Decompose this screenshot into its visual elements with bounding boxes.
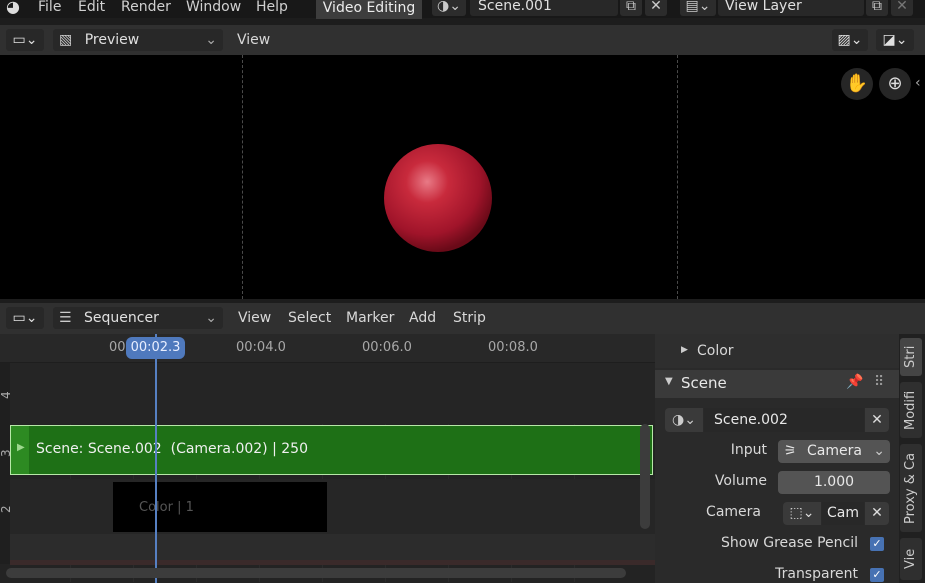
menu-window[interactable]: Window (186, 0, 241, 17)
channel-label: 4 (0, 391, 13, 399)
vertical-scrollbar[interactable] (640, 424, 650, 529)
tab-proxy-cache[interactable]: Proxy & Ca (900, 444, 922, 532)
color-panel-header[interactable]: ▶ Color (655, 334, 899, 368)
strip-handle-arrow-icon: ▶ (17, 442, 25, 453)
scene-icon[interactable]: ◑⌄ (665, 408, 703, 432)
transparent-checkbox[interactable]: ✓ (870, 568, 884, 582)
copy-icon[interactable]: ⧉ (620, 0, 642, 16)
preview-mode-label: Preview (84, 32, 140, 48)
camera-label: Camera (706, 504, 761, 520)
menu-render[interactable]: Render (121, 0, 171, 17)
input-dropdown[interactable]: ⚞ Camera ⌄ (778, 440, 890, 463)
tab-strip[interactable]: Stri (900, 338, 922, 376)
channel-label: 2 (0, 505, 13, 513)
scene-panel-header[interactable]: ▼ Scene 📌 ⠿ (655, 370, 899, 398)
sequencer-editor-dropdown[interactable]: ☰ Sequencer ⌄ (53, 307, 223, 329)
playhead[interactable] (155, 334, 157, 583)
volume-label: Volume (714, 473, 767, 489)
scene-icon[interactable]: ◑⌄ (432, 0, 466, 16)
ruler-tick: 00:06.0 (362, 340, 412, 355)
close-icon[interactable]: ✕ (865, 408, 889, 432)
preview-view-menu[interactable]: View (237, 29, 270, 51)
top-bar: ◕ File Edit Render Window Help Video Edi… (0, 0, 925, 19)
transparent-label: Transparent (775, 566, 858, 582)
chevron-down-icon: ⌄ (873, 443, 885, 459)
menu-edit[interactable]: Edit (78, 0, 105, 17)
scene-strip[interactable]: ▶ Scene: Scene.002 (Camera.002) | 250 (10, 425, 653, 475)
color-strip[interactable]: Color | 1 (113, 482, 327, 532)
gizmo-icon[interactable]: ◪⌄ (876, 29, 914, 51)
chevron-right-icon: ▶ (681, 345, 688, 355)
hand-pan-icon[interactable]: ✋ (841, 68, 873, 100)
close-icon[interactable]: ✕ (865, 502, 889, 525)
color-strip-label: Color | 1 (139, 500, 194, 515)
chevron-down-icon: ⌄ (205, 32, 217, 48)
sequencer-editor-label: Sequencer (84, 310, 159, 326)
scene-panel-title: Scene (681, 374, 727, 392)
copy-icon[interactable]: ⧉ (866, 0, 888, 16)
show-grease-pencil-checkbox[interactable]: ✓ (870, 537, 884, 551)
seq-menu-add[interactable]: Add (409, 307, 436, 329)
input-label: Input (730, 442, 767, 458)
pin-icon[interactable]: 📌 (846, 374, 863, 390)
preview-mode-dropdown[interactable]: ▧ Preview ⌄ (53, 29, 223, 51)
object-icon[interactable]: ⬚⌄ (783, 502, 821, 525)
close-icon[interactable]: ✕ (891, 0, 913, 16)
menu-file[interactable]: File (38, 0, 61, 17)
horizontal-scrollbar[interactable] (6, 568, 626, 578)
seq-menu-select[interactable]: Select (288, 307, 331, 329)
scene-strip-label: Scene: Scene.002 (Camera.002) | 250 (36, 441, 308, 457)
ruler-tick: 00 (109, 340, 126, 355)
ruler-tick: 00:04.0 (236, 340, 286, 355)
zoom-icon[interactable]: ⊕ (879, 68, 911, 100)
sequencer-icon: ☰ (59, 310, 72, 326)
time-ruler[interactable]: 00 00:04.0 00:06.0 00:08.0 (0, 334, 655, 363)
blender-logo-icon[interactable]: ◕ (6, 0, 20, 16)
safe-area-right (677, 55, 678, 299)
drag-grip-icon[interactable]: ⠿ (874, 374, 884, 390)
volume-field[interactable]: 1.000 (778, 471, 890, 494)
sequencer-timeline[interactable]: 00 00:04.0 00:06.0 00:08.0 4 3 2 ▶ Scene… (0, 334, 655, 583)
seq-menu-strip[interactable]: Strip (453, 307, 486, 329)
sequencer-header: ▭⌄ ☰ Sequencer ⌄ View Select Marker Add … (0, 303, 925, 334)
tab-modifiers[interactable]: Modifi (900, 382, 922, 438)
close-icon[interactable]: ✕ (645, 0, 667, 16)
chevron-down-icon: ⌄ (205, 310, 217, 326)
scene-field[interactable]: Scene.002 (704, 408, 864, 432)
current-frame-indicator[interactable]: 00:02.3 (126, 337, 185, 359)
ruler-tick: 00:08.0 (488, 340, 538, 355)
show-grease-pencil-label: Show Grease Pencil (721, 535, 858, 551)
preview-header: ▭⌄ ▧ Preview ⌄ View ▨⌄ ◪⌄ (0, 25, 925, 55)
safe-area-left (242, 55, 243, 299)
seq-menu-view[interactable]: View (238, 307, 271, 329)
camera-field[interactable]: Cam (822, 502, 864, 525)
red-sphere (384, 144, 492, 252)
tab-view[interactable]: Vie (900, 538, 922, 580)
seq-menu-marker[interactable]: Marker (346, 307, 394, 329)
strip-sidebar: ▶ Color ▼ Scene 📌 ⠿ ◑⌄ Scene.002 ✕ Input… (655, 334, 899, 583)
editor-type-icon[interactable]: ▭⌄ (6, 307, 44, 329)
scene-name-field[interactable]: Scene.001 (470, 0, 618, 16)
channel-2-row (0, 479, 655, 534)
cache-line (10, 560, 655, 565)
color-panel-title: Color (697, 343, 734, 359)
chevron-down-icon: ▼ (665, 376, 673, 387)
overlay-icon[interactable]: ▨⌄ (832, 29, 868, 51)
tab-video-editing[interactable]: Video Editing (316, 0, 422, 19)
input-value: Camera (807, 443, 862, 459)
editor-type-icon[interactable]: ▭⌄ (6, 29, 44, 51)
sidebar-tabs: Stri Modifi Proxy & Ca Vie (899, 334, 925, 583)
image-icon: ▧ (59, 32, 73, 48)
sidebar-toggle-icon[interactable]: ‹ (915, 75, 921, 91)
menu-help[interactable]: Help (256, 0, 288, 17)
view-layer-field[interactable]: View Layer (718, 0, 864, 16)
preview-canvas[interactable]: ✋ ⊕ ‹ (0, 55, 925, 299)
camera-icon: ⚞ (784, 443, 797, 459)
render-layers-icon[interactable]: ▤⌄ (680, 0, 716, 16)
channel-4-row (0, 362, 655, 424)
